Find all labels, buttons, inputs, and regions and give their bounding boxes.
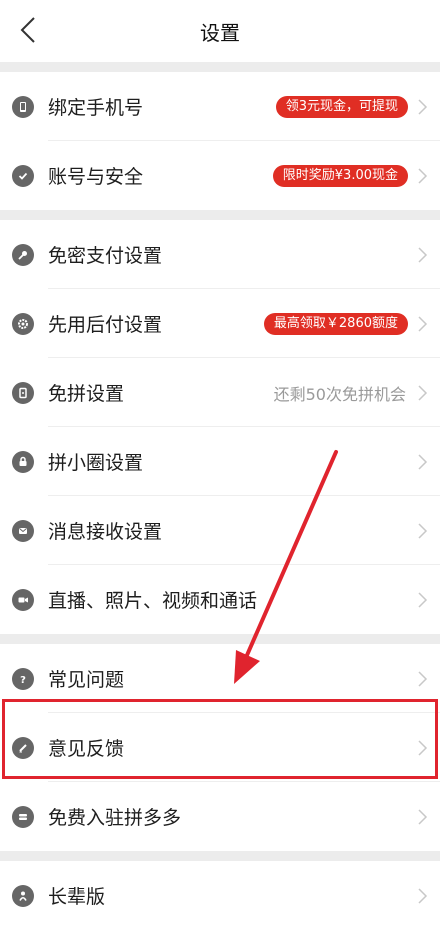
item-label: 拼小圈设置 xyxy=(48,452,144,474)
key-icon xyxy=(12,243,34,266)
chevron-right-icon xyxy=(418,98,428,115)
settings-item-skip-group[interactable]: 免拼设置 还剩50次免拼机会 xyxy=(0,358,440,427)
page-title: 设置 xyxy=(200,20,240,45)
item-label: 免密支付设置 xyxy=(48,245,163,267)
chevron-right-icon xyxy=(418,315,428,332)
chevron-right-icon xyxy=(418,384,428,401)
header: 设置 xyxy=(0,0,440,62)
settings-item-pay-later[interactable]: 先用后付设置 最高领取￥2860额度 xyxy=(0,289,440,358)
settings-item-elder-mode[interactable]: 长辈版 xyxy=(0,861,440,930)
item-label: 常见问题 xyxy=(48,669,125,691)
promo-badge: 限时奖励¥3.00现金 xyxy=(272,164,408,187)
question-icon: ? xyxy=(12,667,34,690)
chevron-right-icon xyxy=(418,167,428,184)
settings-page: 设置 绑定手机号 领3元现金，可提现 账号与安全 限时奖励¥3.00现金 免密支… xyxy=(0,0,440,931)
item-label: 免费入驻拼多多 xyxy=(48,807,182,829)
promo-badge: 领3元现金，可提现 xyxy=(275,95,408,118)
back-button[interactable] xyxy=(8,10,48,50)
section-gap xyxy=(0,851,440,861)
item-label: 意见反馈 xyxy=(48,738,125,760)
item-label: 免拼设置 xyxy=(48,383,125,405)
chevron-left-icon xyxy=(20,17,35,43)
item-label: 绑定手机号 xyxy=(48,97,144,119)
item-label: 先用后付设置 xyxy=(48,314,163,336)
chevron-right-icon xyxy=(418,808,428,825)
chevron-right-icon xyxy=(418,670,428,687)
chevron-right-icon xyxy=(418,887,428,904)
lock-icon xyxy=(12,450,34,473)
item-label: 消息接收设置 xyxy=(48,521,163,543)
settings-item-merchant-join[interactable]: 免费入驻拼多多 xyxy=(0,782,440,851)
mobile-icon xyxy=(12,381,34,404)
elder-icon xyxy=(12,884,34,907)
pencil-icon xyxy=(12,736,34,759)
settings-item-feedback[interactable]: 意见反馈 xyxy=(0,713,440,782)
promo-badge: 最高领取￥2860额度 xyxy=(263,312,408,335)
settings-item-account-security[interactable]: 账号与安全 限时奖励¥3.00现金 xyxy=(0,141,440,210)
chevron-right-icon xyxy=(418,246,428,263)
item-label: 直播、照片、视频和通话 xyxy=(48,590,258,612)
item-label: 长辈版 xyxy=(48,886,106,908)
chevron-right-icon xyxy=(418,522,428,539)
remaining-hint: 还剩50次免拼机会 xyxy=(273,384,406,404)
chevron-right-icon xyxy=(418,739,428,756)
section-gap xyxy=(0,634,440,644)
settings-item-message[interactable]: 消息接收设置 xyxy=(0,496,440,565)
message-icon xyxy=(12,519,34,542)
chevron-right-icon xyxy=(418,453,428,470)
settings-item-faq[interactable]: ? 常见问题 xyxy=(0,644,440,713)
phone-icon xyxy=(12,95,34,118)
section-gap xyxy=(0,210,440,220)
item-label: 账号与安全 xyxy=(48,166,144,188)
video-camera-icon xyxy=(12,588,34,611)
settings-item-bind-phone[interactable]: 绑定手机号 领3元现金，可提现 xyxy=(0,72,440,141)
settings-item-passwordless-pay[interactable]: 免密支付设置 xyxy=(0,220,440,289)
settings-item-live-media[interactable]: 直播、照片、视频和通话 xyxy=(0,565,440,634)
chevron-right-icon xyxy=(418,591,428,608)
store-icon xyxy=(12,805,34,828)
svg-text:?: ? xyxy=(20,675,26,685)
shield-check-icon xyxy=(12,164,34,187)
gear-icon xyxy=(12,312,34,335)
settings-item-pin-circle[interactable]: 拼小圈设置 xyxy=(0,427,440,496)
section-gap xyxy=(0,62,440,72)
